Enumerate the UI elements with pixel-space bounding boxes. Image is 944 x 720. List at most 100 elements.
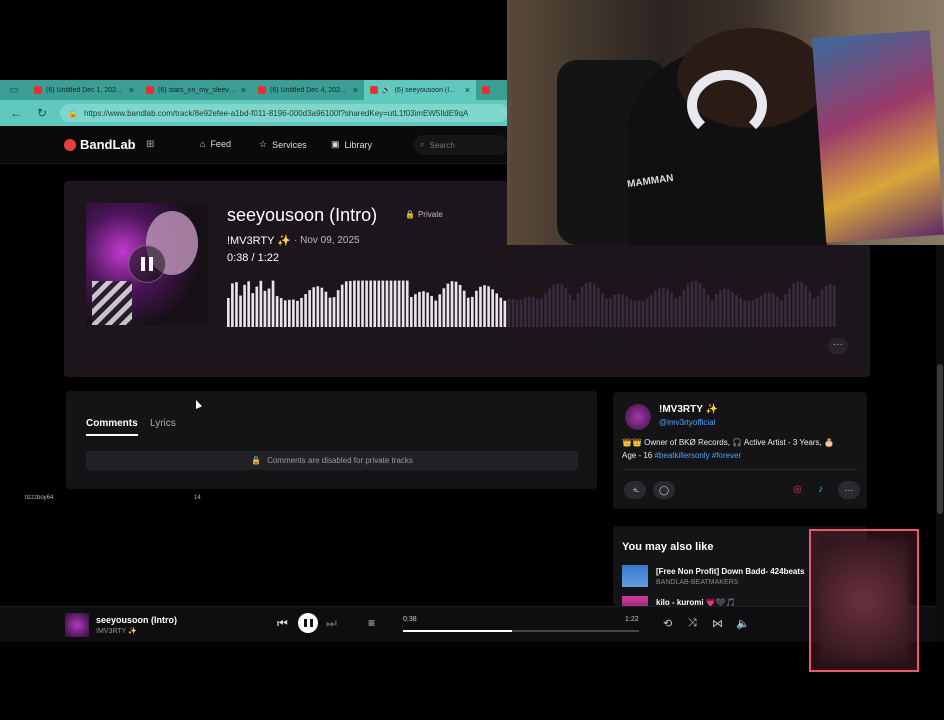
screen: ▭ (6) Untitled Dec 1, 202... × (6) stars_… <box>0 0 944 720</box>
queue-icon[interactable]: ≡ <box>368 616 375 630</box>
repeat-icon[interactable]: ⟲ <box>663 617 672 630</box>
waveform-bar <box>743 300 747 327</box>
artist-bio: 👑👑 Owner of BKØ Records, 🎧 Active Artist… <box>622 438 834 460</box>
waveform-bar <box>641 300 645 327</box>
nav-library[interactable]: ▣ Library <box>331 139 372 150</box>
waveform-bar <box>442 288 446 327</box>
waveform-bar <box>771 293 775 327</box>
waveform-bar <box>808 291 812 327</box>
more-options-button[interactable]: ··· <box>828 338 848 354</box>
player-artist[interactable]: !MV3RTY ✨ <box>96 627 137 635</box>
waveform-bar <box>426 292 429 327</box>
browser-tab-bar: ▭ (6) Untitled Dec 1, 202... × (6) stars_… <box>0 80 508 100</box>
waveform-bar <box>654 291 657 327</box>
waveform-bar <box>637 300 641 327</box>
waveform-bar <box>483 285 486 327</box>
waveform-bar <box>698 283 702 327</box>
waveform-bar <box>438 294 442 327</box>
waveform-bar <box>267 288 271 327</box>
browser-tab-active[interactable]: 🔊 (6) seeyousoon (I... × <box>364 80 476 100</box>
browser-tab[interactable]: (6) Untitled Dec 1, 202... × <box>28 80 140 100</box>
waveform-bar <box>715 294 718 327</box>
waveform-bar <box>255 286 259 327</box>
close-icon[interactable]: × <box>129 85 134 95</box>
waveform-bar <box>629 299 633 327</box>
shuffle-icon[interactable]: ⤨ <box>688 617 697 630</box>
waveform-bar <box>259 280 263 327</box>
player-title[interactable]: seeyousoon (Intro) <box>96 615 177 625</box>
message-button[interactable]: ◯ <box>653 481 675 499</box>
artist-more-button[interactable]: ··· <box>838 481 860 499</box>
pause-button[interactable] <box>128 245 166 283</box>
waveform-bar <box>515 300 519 327</box>
apps-grid-icon[interactable]: ⊞ <box>146 139 154 150</box>
tab-actions-icon[interactable]: ▭ <box>0 80 28 100</box>
crossfade-icon[interactable]: ⋈ <box>712 617 723 630</box>
waveform-bar <box>828 284 832 327</box>
waveform-bar <box>263 290 267 327</box>
browser-tab[interactable]: (6) Untitled Dec 4, 202... × <box>252 80 364 100</box>
waveform-bar <box>454 281 458 327</box>
waveform-bar <box>784 294 787 327</box>
waveform-bar <box>751 300 755 327</box>
player-progress-bar[interactable] <box>403 630 639 632</box>
waveform-bar <box>812 298 816 327</box>
nav-services[interactable]: ☆ Services <box>259 139 307 150</box>
waveform-bar <box>288 299 291 327</box>
player-current-time: 0:38 <box>403 616 417 623</box>
track-artist-link[interactable]: !MV3RTY ✨ <box>227 234 291 247</box>
waveform-bar <box>723 288 726 327</box>
previous-icon[interactable]: ⏮ <box>277 616 288 631</box>
waveform-bar <box>401 280 405 327</box>
waveform-bar <box>584 283 588 327</box>
url-field[interactable]: 🔒 https://www.bandlab.com/track/8e92efee-… <box>60 104 508 122</box>
waveform-bar <box>690 281 694 327</box>
back-icon[interactable]: ← <box>8 106 24 120</box>
bandlab-favicon-icon <box>34 86 42 94</box>
waveform-bar <box>369 280 372 327</box>
waveform-bar <box>507 298 511 327</box>
waveform-bar <box>609 298 612 327</box>
close-icon[interactable]: × <box>241 85 246 95</box>
player-thumbnail[interactable] <box>65 613 89 637</box>
waveform-bar <box>824 285 828 327</box>
player-pause-button[interactable] <box>298 613 318 633</box>
volume-icon[interactable]: 🔈 <box>736 617 750 630</box>
nav-feed[interactable]: ⌂ Feed <box>200 139 231 149</box>
speaker-icon: 🔊 <box>382 87 391 94</box>
tiktok-icon[interactable]: ♪ <box>818 484 823 495</box>
bio-hashtags[interactable]: #beatkillersonly #forever <box>654 451 741 460</box>
waveform-bar <box>719 290 722 327</box>
instagram-icon[interactable]: ◎ <box>793 484 802 495</box>
browser-tab-overflow[interactable] <box>476 80 504 100</box>
waveform-bar <box>678 296 682 327</box>
waveform-bar <box>572 300 576 327</box>
search-input[interactable]: ⌕ Search <box>414 135 508 155</box>
blurred-content <box>819 539 909 662</box>
follow-button[interactable]: +̵ <box>624 481 646 499</box>
waveform-bar <box>617 293 621 327</box>
waveform-bar <box>816 296 820 327</box>
waveform-bar <box>593 283 596 327</box>
close-icon[interactable]: × <box>465 85 470 95</box>
waveform-bar <box>275 296 279 327</box>
next-icon[interactable]: ⏭ <box>326 616 337 631</box>
close-icon[interactable]: × <box>353 85 358 95</box>
bandlab-logo[interactable]: BandLab <box>64 137 136 152</box>
tab-comments[interactable]: Comments <box>86 418 138 436</box>
avatar[interactable] <box>625 404 651 430</box>
artist-name[interactable]: !MV3RTY ✨ <box>659 404 718 415</box>
scrollbar-thumb[interactable] <box>937 364 943 514</box>
waveform-bar <box>564 288 568 327</box>
waveform-bar <box>670 292 673 327</box>
waveform-bar <box>499 297 503 327</box>
waveform-bar <box>552 284 555 327</box>
waveform-bar <box>328 297 332 327</box>
lock-icon: 🔒 <box>68 108 78 118</box>
reload-icon[interactable]: ↻ <box>34 106 50 120</box>
lock-icon: 🔒 <box>251 456 262 465</box>
tab-lyrics[interactable]: Lyrics <box>150 418 176 429</box>
waveform-seekbar[interactable] <box>227 269 837 327</box>
artist-handle[interactable]: @imv3rtyofficial <box>659 418 715 427</box>
browser-tab[interactable]: (6) stars_on_my_sleeve... × <box>140 80 252 100</box>
